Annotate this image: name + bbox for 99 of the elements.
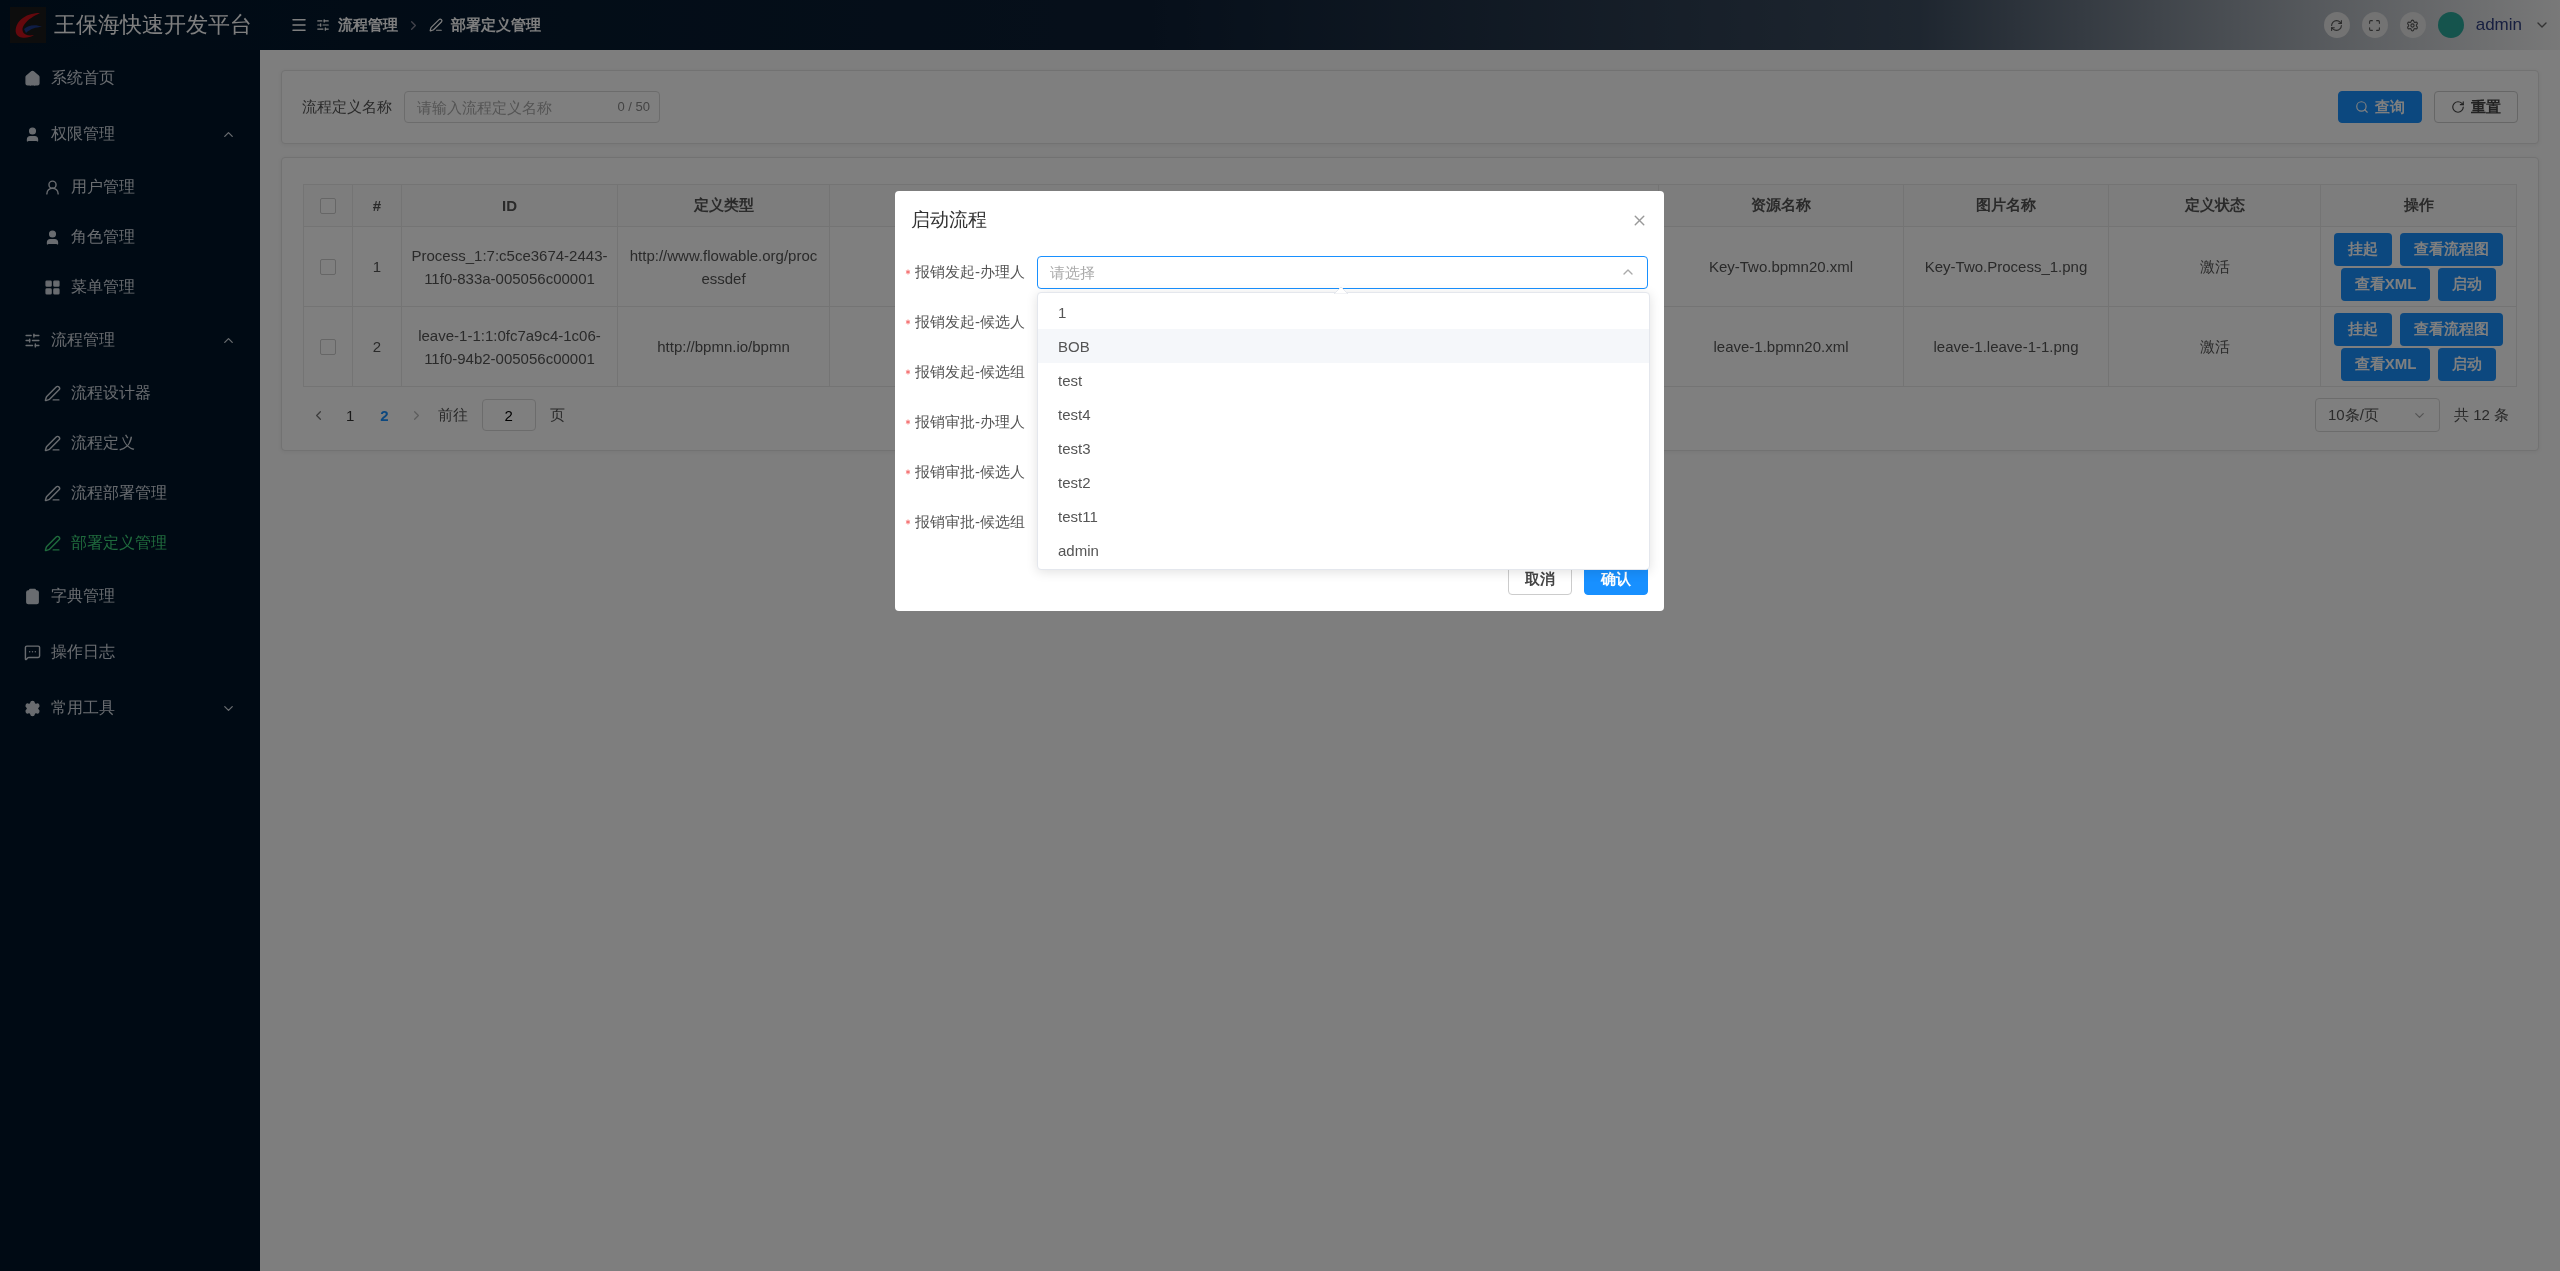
dropdown-option[interactable]: test3 bbox=[1038, 431, 1649, 465]
user-icon bbox=[24, 125, 41, 143]
table-cell-text: http://www.flowable.org/processdef bbox=[628, 245, 819, 289]
column-header: 定义类型 bbox=[693, 196, 754, 215]
dropdown-option[interactable]: 1 bbox=[1038, 295, 1649, 329]
sidebar-item[interactable]: 权限管理 bbox=[0, 106, 260, 162]
fullscreen-button[interactable] bbox=[2361, 12, 2388, 38]
table-cell-text: 2 bbox=[372, 337, 382, 357]
pen-icon bbox=[44, 384, 61, 402]
breadcrumb-item[interactable]: 部署定义管理 bbox=[451, 15, 541, 35]
table-cell-text: Key-Two.Process_1.png bbox=[1924, 257, 2088, 277]
search-icon bbox=[2355, 100, 2369, 114]
select-field[interactable]: 请选择 bbox=[1037, 255, 1648, 289]
sliders-icon bbox=[316, 18, 330, 32]
column-header: 操作 bbox=[2403, 196, 2434, 215]
table-cell-text: Process_1:7:c5ce3674-2443-11f0-833a-005056c00001 bbox=[410, 245, 609, 289]
sliders-icon bbox=[24, 331, 41, 349]
chat-icon bbox=[24, 643, 41, 661]
settings-icon bbox=[24, 699, 41, 717]
pen-icon bbox=[44, 434, 61, 452]
table-cell-text: leave-1.leave-1-1.png bbox=[1933, 337, 2079, 357]
refresh-button[interactable] bbox=[2323, 12, 2350, 38]
fullscreen-icon bbox=[2368, 18, 2382, 32]
pen-icon bbox=[44, 534, 61, 552]
page-number[interactable]: 1 bbox=[340, 406, 361, 424]
grid-icon bbox=[44, 278, 61, 296]
user-name[interactable]: admin bbox=[2475, 15, 2522, 35]
action-button[interactable]: 启动 bbox=[2438, 267, 2497, 301]
dialog-title: 启动流程 bbox=[911, 208, 987, 232]
sidebar-item[interactable]: 用户管理 bbox=[0, 162, 260, 212]
user-outline-icon bbox=[44, 178, 61, 196]
sidebar-item[interactable]: 常用工具 bbox=[0, 680, 260, 736]
field-label: 报销审批-候选组 bbox=[915, 512, 1025, 532]
settings-icon bbox=[2406, 18, 2420, 32]
action-button[interactable]: 挂起 bbox=[2334, 312, 2392, 346]
dropdown-option[interactable]: BOB bbox=[1038, 329, 1649, 363]
field-label: 报销审批-办理人 bbox=[915, 412, 1025, 432]
character-counter: 0 / 50 bbox=[617, 99, 650, 115]
action-button[interactable]: 查看XML bbox=[2340, 347, 2431, 381]
table-cell-text: 激活 bbox=[2199, 257, 2230, 277]
refresh-icon bbox=[2451, 100, 2465, 114]
action-button[interactable]: 查看流程图 bbox=[2400, 232, 2503, 266]
action-button[interactable]: 查看XML bbox=[2340, 267, 2431, 301]
pen-icon bbox=[429, 18, 443, 32]
column-header: ID bbox=[502, 197, 517, 214]
action-button[interactable]: 挂起 bbox=[2334, 232, 2392, 266]
pen-icon bbox=[44, 484, 61, 502]
table-cell-text: leave-1-1:1:0fc7a9c4-1c06-11f0-94b2-005056c00001 bbox=[417, 325, 602, 369]
column-header: # bbox=[372, 197, 382, 214]
sidebar-item[interactable]: 字典管理 bbox=[0, 568, 260, 624]
logo-icon bbox=[10, 7, 46, 43]
table-cell-text: 激活 bbox=[2199, 337, 2230, 357]
field-label: 流程定义名称 bbox=[302, 97, 392, 117]
clipboard-icon bbox=[24, 587, 41, 605]
table-cell-text: Key-Two.bpmn20.xml bbox=[1708, 257, 1854, 277]
user-icon bbox=[44, 228, 61, 246]
dropdown-option[interactable]: test4 bbox=[1038, 397, 1649, 431]
app-title: 王保海快速开发平台 bbox=[54, 11, 252, 39]
sidebar-item[interactable]: 操作日志 bbox=[0, 624, 260, 680]
sidebar-item[interactable]: 流程部署管理 bbox=[0, 468, 260, 518]
dropdown-option[interactable]: test2 bbox=[1038, 465, 1649, 499]
checkbox[interactable] bbox=[320, 197, 336, 214]
sidebar-item[interactable]: 部署定义管理 bbox=[0, 518, 260, 568]
sidebar-item[interactable]: 菜单管理 bbox=[0, 262, 260, 312]
goto-label: 前往 bbox=[437, 405, 468, 425]
menu-icon[interactable] bbox=[290, 16, 308, 34]
page-input[interactable]: 2 bbox=[481, 399, 536, 431]
page-suffix: 页 bbox=[549, 405, 565, 425]
column-header: 定义状态 bbox=[2184, 196, 2245, 215]
page-number[interactable]: 2 bbox=[374, 406, 395, 424]
column-header: 图片名称 bbox=[1976, 196, 2036, 215]
table-cell-text: 1 bbox=[372, 257, 382, 277]
field-label: 报销发起-办理人 bbox=[915, 262, 1025, 282]
refresh-icon bbox=[2330, 18, 2344, 32]
avatar[interactable] bbox=[2437, 12, 2464, 38]
settings-button[interactable] bbox=[2399, 12, 2426, 38]
field-label: 报销审批-候选人 bbox=[915, 462, 1025, 482]
page-size-select[interactable]: 10条/页 bbox=[2314, 398, 2440, 432]
home-icon bbox=[24, 69, 41, 87]
column-header: 资源名称 bbox=[1751, 196, 1811, 215]
table-cell-text: leave-1.bpmn20.xml bbox=[1713, 337, 1849, 357]
action-button[interactable]: 查看流程图 bbox=[2400, 312, 2503, 346]
sidebar-item[interactable]: 流程定义 bbox=[0, 418, 260, 468]
action-button[interactable]: 启动 bbox=[2438, 347, 2497, 381]
checkbox[interactable] bbox=[320, 258, 336, 275]
dropdown-option[interactable]: test11 bbox=[1038, 499, 1649, 533]
sidebar-item[interactable]: 系统首页 bbox=[0, 50, 260, 106]
breadcrumb-item[interactable]: 流程管理 bbox=[338, 15, 398, 35]
sidebar-item[interactable]: 流程设计器 bbox=[0, 368, 260, 418]
sidebar-item[interactable]: 角色管理 bbox=[0, 212, 260, 262]
table-cell-text: http://bpmn.io/bpmn bbox=[657, 337, 790, 357]
field-label: 报销发起-候选人 bbox=[915, 312, 1025, 332]
search-button[interactable]: 查询 bbox=[2338, 91, 2422, 123]
reset-button[interactable]: 重置 bbox=[2434, 91, 2518, 123]
total-count: 共 12 条 bbox=[2453, 405, 2509, 425]
field-label: 报销发起-候选组 bbox=[915, 362, 1025, 382]
checkbox[interactable] bbox=[320, 338, 336, 355]
dropdown-option[interactable]: test bbox=[1038, 363, 1649, 397]
sidebar-item[interactable]: 流程管理 bbox=[0, 312, 260, 368]
